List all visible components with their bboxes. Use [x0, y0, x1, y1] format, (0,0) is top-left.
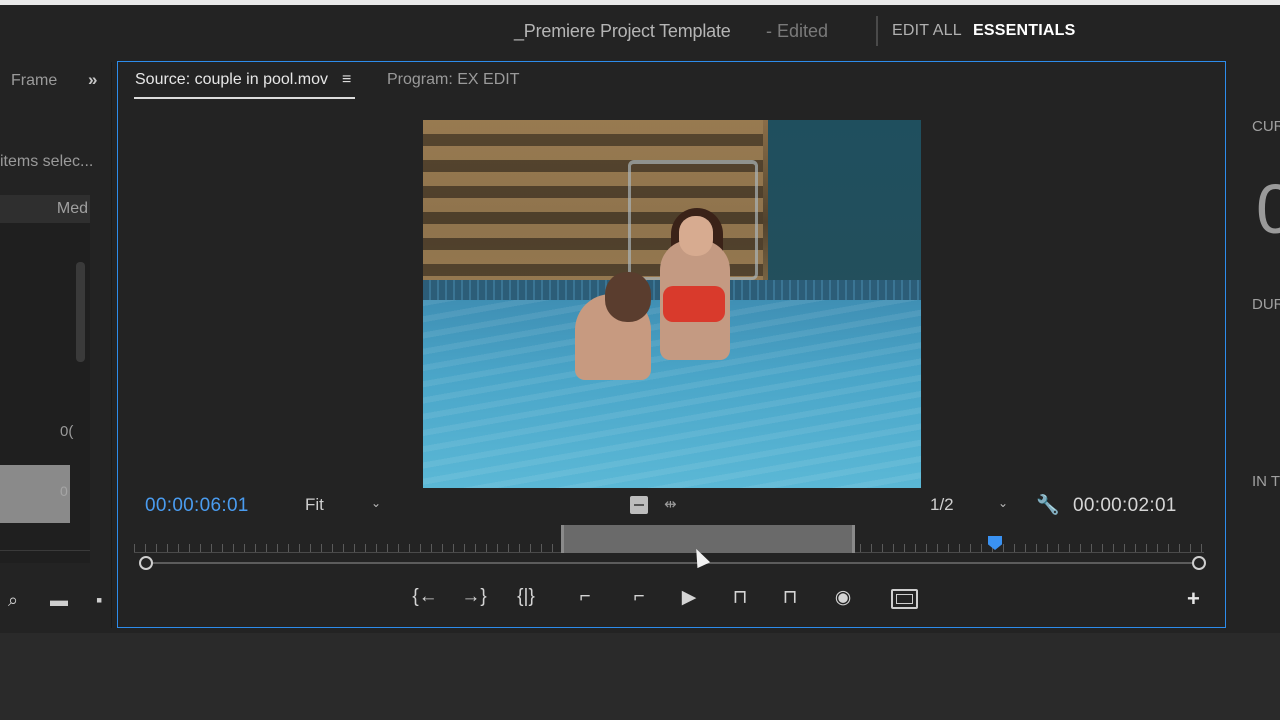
project-toolbar: ⌕ ▬ ▪ — [0, 582, 112, 618]
export-frame-icon[interactable]: ◉ — [828, 586, 858, 609]
divider — [0, 550, 90, 551]
overwrite-icon[interactable]: ⊓ — [775, 586, 805, 609]
search-icon[interactable]: ⌕ — [8, 590, 18, 611]
thumbnail-value: 0 — [60, 483, 68, 499]
video-frame[interactable] — [423, 120, 921, 488]
video-man-head — [605, 272, 651, 322]
more-panels-icon[interactable]: » — [88, 70, 97, 90]
drag-audio-icon[interactable]: ⇹ — [664, 495, 677, 513]
workspace-tab-essentials[interactable]: ESSENTIALS — [973, 22, 1075, 40]
zoom-handle-left[interactable] — [139, 556, 153, 570]
column-header-media[interactable]: Med — [0, 195, 90, 223]
go-to-out-icon[interactable]: ⌐ — [624, 586, 654, 608]
mark-in-icon[interactable]: {← — [410, 586, 440, 608]
project-item-thumbnail[interactable]: 0 — [0, 465, 70, 523]
workspace-divider — [876, 16, 878, 46]
project-item-value: 0( — [60, 423, 74, 440]
current-value: 0 — [1256, 170, 1280, 248]
play-icon[interactable]: ▶ — [674, 586, 704, 609]
column-header-label: Med — [56, 200, 88, 217]
current-label: CUR — [1252, 118, 1280, 135]
panel-menu-icon[interactable]: ≡ — [342, 71, 351, 89]
transport-controls: {← →} {|} ⌐ ⌐ ▶ ⊓ ⊓ ◉ + — [118, 586, 1225, 616]
video-bikini — [663, 286, 725, 322]
safe-margins-icon[interactable] — [891, 589, 918, 609]
tab-program[interactable]: Program: EX EDIT — [387, 71, 519, 89]
project-title: _Premiere Project Template — [514, 21, 731, 41]
tab-source[interactable]: Source: couple in pool.mov — [135, 71, 328, 89]
timeline-area[interactable] — [0, 633, 1280, 720]
project-scrollbar[interactable] — [76, 262, 85, 362]
top-strip — [0, 0, 1280, 5]
duration-label: DUR — [1252, 296, 1280, 313]
chevron-down-icon[interactable]: ⌄ — [371, 496, 381, 510]
current-timecode[interactable]: 00:00:06:01 — [145, 495, 249, 517]
source-monitor: Source: couple in pool.mov ≡ Program: EX… — [117, 61, 1226, 628]
button-editor-icon[interactable]: + — [1187, 586, 1200, 612]
resolution-select[interactable]: 1/2 — [930, 495, 954, 515]
metadata-panel: CUR 0 DUR IN T — [1230, 62, 1280, 628]
wrench-icon[interactable]: 🔧 — [1036, 493, 1060, 517]
title-bar: _Premiere Project Template - Edited EDIT… — [0, 0, 1280, 60]
clear-in-out-icon[interactable]: {|} — [511, 586, 541, 608]
edited-status: - Edited — [766, 21, 829, 41]
mark-out-icon[interactable]: →} — [459, 586, 489, 608]
chevron-down-icon[interactable]: ⌄ — [998, 496, 1008, 510]
in-time-label: IN T — [1252, 473, 1280, 490]
zoom-scrollbar[interactable] — [139, 556, 1206, 570]
tab-frame[interactable]: Frame — [11, 72, 57, 90]
project-panel: Frame » items selec... Med 0( 0 ⌕ ▬ ▪ — [0, 62, 112, 628]
new-bin-icon[interactable]: ▬ — [50, 590, 68, 611]
video-wall — [768, 120, 921, 288]
video-woman-face — [679, 216, 713, 256]
in-out-range[interactable] — [561, 525, 855, 553]
drag-video-icon[interactable] — [630, 496, 648, 514]
duration-timecode: 00:00:02:01 — [1073, 495, 1177, 516]
new-item-icon[interactable]: ▪ — [96, 590, 102, 611]
zoom-handle-right[interactable] — [1192, 556, 1206, 570]
insert-icon[interactable]: ⊓ — [725, 586, 755, 609]
items-selected-label: items selec... — [0, 153, 94, 170]
go-to-in-icon[interactable]: ⌐ — [570, 586, 600, 608]
zoom-select[interactable]: Fit — [305, 495, 324, 515]
workspace-tab-edit-all[interactable]: EDIT ALL — [892, 22, 962, 40]
active-tab-underline — [134, 97, 355, 99]
